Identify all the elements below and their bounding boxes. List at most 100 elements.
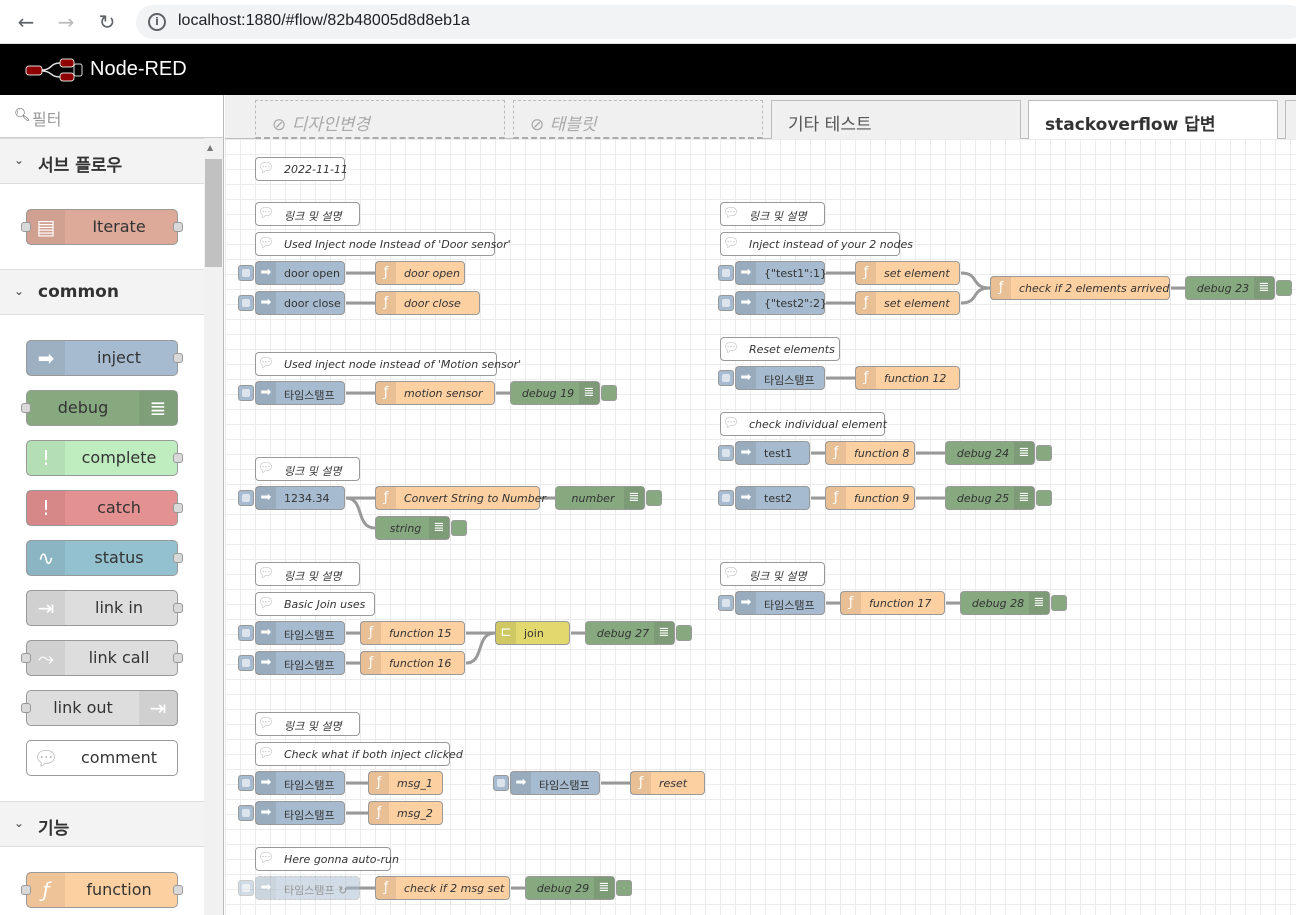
palette-node-link-in[interactable]: ⇥ link in (26, 590, 178, 626)
inject-button[interactable] (718, 265, 734, 281)
inject-node[interactable]: ➡ 1234.34 (238, 486, 345, 510)
comment-node[interactable]: 💬︎ Check what if both inject clicked (255, 742, 463, 766)
comment-node[interactable]: 💬︎ 링크 및 설명 (255, 457, 360, 481)
debug-node[interactable]: ≣ debug 23 (1185, 276, 1292, 300)
function-node[interactable]: ƒ msg_1 (368, 771, 443, 795)
inject-node-disabled[interactable]: ➡ 타임스탬프 ↻ (238, 876, 360, 900)
function-node[interactable]: ƒ set element (855, 261, 960, 285)
inject-node[interactable]: ➡ door close (238, 291, 345, 315)
function-node[interactable]: ƒ function 9 (825, 486, 915, 510)
inject-button[interactable] (238, 880, 254, 896)
output-port[interactable] (173, 222, 183, 232)
palette-node-function[interactable]: ƒ function (26, 872, 178, 908)
tab-tablet[interactable]: ⊘ 태블릿 (513, 100, 763, 140)
function-node[interactable]: ƒ motion sensor (375, 381, 495, 405)
function-node[interactable]: ƒ check if 2 msg set (375, 876, 510, 900)
palette-node-iterate[interactable]: ▤ Iterate (26, 209, 178, 245)
debug-toggle[interactable] (646, 490, 662, 506)
inject-node[interactable]: ➡ 타임스탬프 (238, 621, 345, 645)
debug-node[interactable]: ≣ debug 28 (960, 591, 1067, 615)
reload-icon[interactable]: ↻ (93, 8, 121, 36)
inject-button[interactable] (238, 385, 254, 401)
tab-overflow[interactable] (1285, 100, 1296, 140)
inject-button[interactable] (718, 295, 734, 311)
debug-toggle[interactable] (451, 520, 467, 536)
palette-node-link-out[interactable]: ⇥ link out (26, 690, 178, 726)
function-node[interactable]: ƒ function 12 (855, 366, 960, 390)
input-port[interactable] (21, 703, 31, 713)
inject-button[interactable] (718, 445, 734, 461)
flow-canvas[interactable]: 💬︎ 2022-11-11 💬︎ 링크 및 설명 💬︎ Used Inject nod… (225, 139, 1296, 915)
info-icon[interactable]: i (148, 13, 166, 31)
function-node[interactable]: ƒ function 17 (840, 591, 945, 615)
inject-button[interactable] (238, 265, 254, 281)
inject-node[interactable]: ➡ 타임스탬프 (238, 651, 345, 675)
comment-node[interactable]: 💬︎ 링크 및 설명 (255, 202, 360, 226)
palette-filter[interactable]: 🔍︎ 필터 (0, 95, 223, 138)
function-node[interactable]: ƒ function 8 (825, 441, 915, 465)
palette-node-link-call[interactable]: ⤳ link call (26, 640, 178, 676)
comment-node[interactable]: 💬︎ 링크 및 설명 (255, 562, 360, 586)
output-port[interactable] (173, 603, 183, 613)
comment-node[interactable]: 💬︎ 링크 및 설명 (720, 202, 825, 226)
tab-other-tests[interactable]: 기타 테스트 (771, 100, 1021, 140)
function-node[interactable]: ƒ function 15 (360, 621, 465, 645)
output-port[interactable] (173, 503, 183, 513)
inject-node[interactable]: ➡ 타임스탬프 (493, 771, 600, 795)
debug-node[interactable]: ≣ debug 24 (945, 441, 1052, 465)
inject-button[interactable] (238, 490, 254, 506)
debug-toggle[interactable] (1036, 490, 1052, 506)
comment-node[interactable]: 💬︎ Reset elements (720, 337, 840, 361)
debug-node[interactable]: ≣ debug 19 (510, 381, 617, 405)
palette-scroll-thumb[interactable] (205, 159, 222, 267)
palette-node-inject[interactable]: ➡ inject (26, 340, 178, 376)
comment-node[interactable]: 💬︎ Inject instead of your 2 nodes (720, 232, 913, 256)
palette-node-complete[interactable]: ! complete (26, 440, 178, 476)
debug-node[interactable]: ≣ debug 27 (585, 621, 692, 645)
tab-design-change[interactable]: ⊘ 디자인변경 (255, 100, 505, 140)
inject-button[interactable] (238, 655, 254, 671)
input-port[interactable] (21, 222, 31, 232)
comment-node[interactable]: 💬︎ Here gonna auto-run (255, 847, 399, 871)
inject-node[interactable]: ➡ 타임스탬프 (238, 771, 345, 795)
debug-node[interactable]: ≣ debug 25 (945, 486, 1052, 510)
inject-button[interactable] (238, 625, 254, 641)
function-node[interactable]: ƒ door close (375, 291, 480, 315)
comment-node[interactable]: 💬︎ Used inject node instead of 'Motion se… (255, 352, 521, 376)
debug-toggle[interactable] (676, 625, 692, 641)
debug-toggle[interactable] (1051, 595, 1067, 611)
inject-button[interactable] (718, 490, 734, 506)
category-common[interactable]: ⌄ common (0, 269, 204, 315)
input-port[interactable] (21, 403, 31, 413)
inject-node[interactable]: ➡ 타임스탬프 (718, 591, 825, 615)
debug-toggle[interactable] (1276, 280, 1292, 296)
function-node[interactable]: ƒ set element (855, 291, 960, 315)
inject-node[interactable]: ➡ 타임스탬프 (238, 801, 345, 825)
comment-node[interactable]: 💬︎ 2022-11-11 (255, 157, 348, 181)
forward-icon[interactable]: → (52, 8, 80, 36)
debug-node[interactable]: ≣ debug 29 (525, 876, 632, 900)
inject-button[interactable] (238, 775, 254, 791)
comment-node[interactable]: 💬︎ Used Inject node Instead of 'Door sens… (255, 232, 511, 256)
palette-node-debug[interactable]: ≣ debug (26, 390, 178, 426)
function-node[interactable]: ƒ reset (630, 771, 705, 795)
inject-node[interactable]: ➡ test1 (718, 441, 810, 465)
comment-node[interactable]: 💬︎ 링크 및 설명 (720, 562, 825, 586)
palette-node-catch[interactable]: ! catch (26, 490, 178, 526)
output-port[interactable] (173, 453, 183, 463)
function-node[interactable]: ƒ function 16 (360, 651, 465, 675)
function-node[interactable]: ƒ msg_2 (368, 801, 443, 825)
palette-node-comment[interactable]: 💬︎ comment (26, 740, 178, 776)
inject-button[interactable] (718, 595, 734, 611)
inject-node[interactable]: ➡ test2 (718, 486, 810, 510)
output-port[interactable] (173, 353, 183, 363)
debug-node[interactable]: ≣ number (555, 486, 662, 510)
scroll-up-icon[interactable]: ▲ (207, 143, 213, 152)
output-port[interactable] (173, 553, 183, 563)
inject-button[interactable] (238, 805, 254, 821)
output-port[interactable] (173, 653, 183, 663)
category-function[interactable]: ⌄ 기능 (0, 801, 204, 847)
debug-toggle[interactable] (616, 880, 632, 896)
function-node[interactable]: ƒ Convert String to Number (375, 486, 546, 510)
inject-button[interactable] (718, 370, 734, 386)
